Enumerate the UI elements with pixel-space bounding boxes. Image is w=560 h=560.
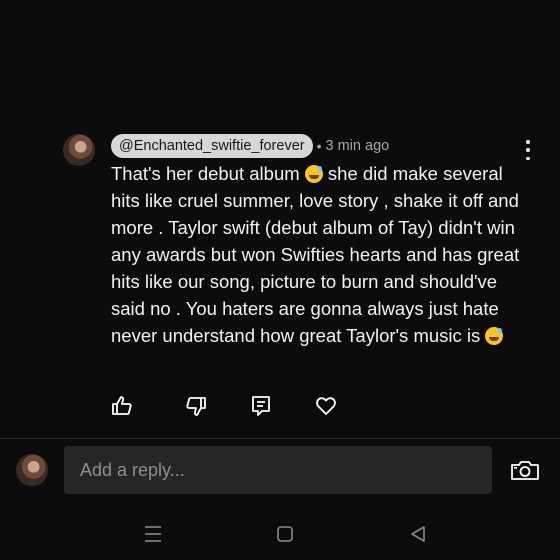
comment-meta: @Enchanted_swiftie_forever • 3 min ago [111, 134, 389, 158]
user-avatar [16, 454, 48, 486]
author-handle[interactable]: @Enchanted_swiftie_forever [111, 134, 313, 158]
comment-text-part1: That's her debut album [111, 163, 305, 184]
camera-icon[interactable] [510, 458, 540, 482]
heart-icon[interactable] [314, 394, 338, 418]
more-options-icon[interactable] [520, 140, 536, 160]
back-icon[interactable] [406, 522, 430, 546]
sweat-smile-emoji [485, 327, 504, 345]
thumbs-up-icon[interactable] [110, 394, 134, 418]
sweat-smile-emoji [304, 165, 323, 183]
system-nav-bar [0, 510, 560, 560]
comment-text: That's her debut album she did make seve… [111, 160, 531, 349]
commenter-avatar[interactable] [63, 134, 95, 166]
meta-separator: • [316, 138, 322, 154]
divider [0, 438, 560, 439]
comment-actions [0, 394, 560, 418]
reply-icon[interactable] [249, 394, 273, 418]
thumbs-down-icon[interactable] [184, 394, 208, 418]
comment-time: 3 min ago [325, 138, 390, 154]
recent-apps-icon[interactable] [141, 522, 165, 546]
home-icon[interactable] [273, 522, 297, 546]
reply-input[interactable] [64, 446, 492, 494]
comment-text-part2: she did make several hits like cruel sum… [111, 163, 520, 346]
